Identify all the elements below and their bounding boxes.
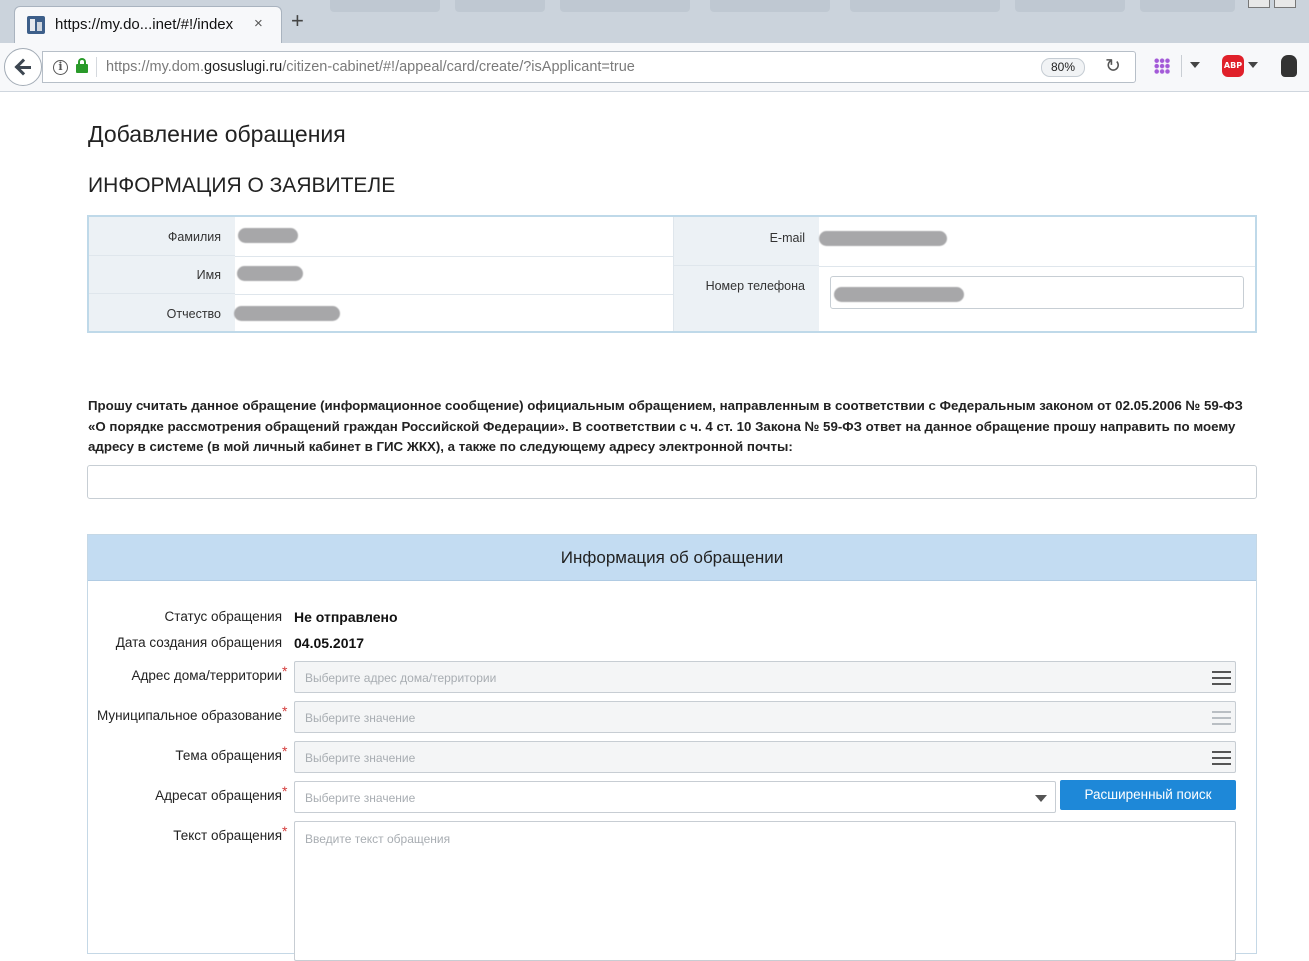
topic-select[interactable]: Выберите значение [294,741,1236,773]
browser-navbar: i https://my.dom.gosuslugi.ru/citizen-ca… [0,43,1309,92]
municipality-select[interactable]: Выберите значение [294,701,1236,733]
name-value-redacted [237,266,303,281]
apps-grid-icon[interactable] [1154,58,1170,74]
required-asterisk: * [282,663,288,679]
addressee-placeholder: Выберите значение [305,791,416,805]
required-asterisk: * [282,703,288,719]
toolbar-divider [1181,55,1182,77]
list-menu-icon[interactable] [1212,711,1231,725]
adblock-icon[interactable]: ABP [1222,55,1244,77]
appeal-text-label: Текст обращения [173,828,282,843]
appeal-panel-title: Информация об обращении [560,548,784,567]
address-select[interactable]: Выберите адрес дома/территории [294,661,1236,693]
tab-close-icon[interactable]: × [254,15,263,32]
row-divider [235,256,673,257]
url-domain: gosuslugi.ru [204,59,283,75]
appeal-text-area[interactable]: Введите текст обращения [294,821,1236,961]
surname-label-cell: Фамилия [89,217,235,256]
window-restore-icon[interactable] [1248,0,1270,8]
topic-placeholder: Выберите значение [305,751,416,765]
back-icon[interactable] [4,48,42,86]
required-asterisk: * [282,743,288,759]
phone-label: Номер телефона [705,279,805,293]
appeal-panel-header: Информация об обращении [88,535,1256,581]
list-menu-icon[interactable] [1212,751,1231,765]
appeal-info-panel: Информация об обращении Статус обращения… [87,534,1257,961]
background-tab [455,0,545,12]
creation-date-value: 04.05.2017 [294,635,365,651]
email-label-cell: E-mail [674,217,819,266]
background-tab [560,0,690,12]
background-tab [710,0,830,12]
patronymic-value-redacted [234,306,340,321]
chevron-down-icon[interactable] [1248,62,1258,68]
reload-icon[interactable]: ↻ [1105,55,1121,78]
site-favicon-icon [27,16,45,34]
required-asterisk: * [282,783,288,799]
creation-date-label: Дата создания обращения [115,635,282,650]
background-tab [1140,0,1235,12]
addressee-label: Адресат обращения [155,788,282,803]
chevron-down-icon[interactable] [1190,62,1200,68]
tab-title: https://my.do...inet/#!/index [55,16,234,33]
lock-icon [76,58,88,73]
url-divider [96,57,97,77]
window-maximize-icon[interactable] [1274,0,1296,8]
evernote-icon[interactable] [1281,55,1297,77]
phone-value-redacted [834,287,964,302]
zoom-level-badge[interactable]: 80% [1041,58,1085,77]
chevron-down-icon[interactable] [1035,795,1047,802]
municipality-placeholder: Выберите значение [305,711,416,725]
applicant-section-title: ИНФОРМАЦИЯ О ЗАЯВИТЕЛЕ [88,174,396,197]
name-label: Имя [196,268,221,282]
background-tab [1015,0,1125,12]
row-divider [235,294,673,295]
address-bar[interactable]: i https://my.dom.gosuslugi.ru/citizen-ca… [42,51,1136,83]
page-title: Добавление обращения [88,121,346,147]
email-value-redacted [819,231,947,246]
phone-label-cell: Номер телефона [674,266,819,331]
url-text[interactable]: https://my.dom.gosuslugi.ru/citizen-cabi… [106,59,635,75]
advanced-search-button[interactable]: Расширенный поиск [1060,780,1236,810]
name-label-cell: Имя [89,256,235,294]
patronymic-label-cell: Отчество [89,294,235,331]
applicant-info-table: Фамилия Имя Отчество E-mail Номер телефо… [87,215,1257,333]
url-path: /citizen-cabinet/#!/appeal/card/create/?… [282,59,635,75]
appeal-text-placeholder: Введите текст обращения [305,832,451,846]
topic-label: Тема обращения [175,748,282,763]
municipality-label: Муниципальное образование [96,708,282,723]
addressee-dropdown[interactable]: Выберите значение [294,781,1056,813]
background-tab [850,0,1000,12]
email-label: E-mail [769,231,805,245]
status-value: Не отправлено [294,609,398,625]
background-tab [330,0,440,12]
response-email-field[interactable] [87,465,1257,499]
surname-label: Фамилия [167,230,221,244]
new-tab-button[interactable]: + [291,10,304,32]
browser-tabstrip: https://my.do...inet/#!/index × + [0,0,1309,43]
info-icon[interactable]: i [53,60,68,75]
address-placeholder: Выберите адрес дома/территории [305,671,497,685]
list-menu-icon[interactable] [1212,671,1231,685]
url-prefix: https://my.dom. [106,59,205,75]
status-label: Статус обращения [164,609,282,624]
phone-field[interactable] [830,276,1244,309]
required-asterisk: * [282,823,288,839]
active-tab[interactable]: https://my.do...inet/#!/index × [14,6,282,43]
patronymic-label: Отчество [166,307,221,321]
surname-value-redacted [238,228,298,243]
row-divider [819,266,1255,267]
address-label: Адрес дома/территории [131,668,282,683]
official-request-statement: Прошу считать данное обращение (информац… [88,398,1243,454]
